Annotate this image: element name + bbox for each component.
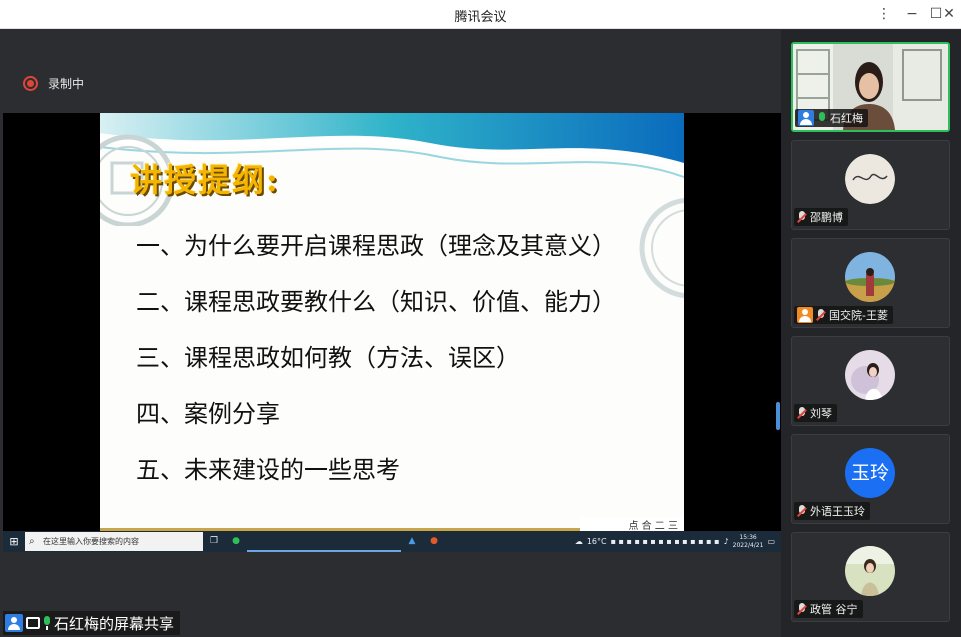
participant-name: 邵鹏博 [810,211,843,224]
record-icon [23,75,38,91]
participant-name: 石红梅 [830,112,863,125]
close-button[interactable]: ✕ [937,4,961,24]
taskbar-app[interactable] [247,531,269,552]
host-badge-icon [798,110,814,126]
participant-avatar [845,546,895,596]
window-title: 腾讯会议 [454,10,507,25]
participant-avatar [845,252,895,302]
outline-item: 一、为什么要开启课程思政（理念及其意义） [136,232,616,260]
shared-screen: 讲授提纲: 一、为什么要开启课程思政（理念及其意义） 二、课程思政要教什么（知识… [3,113,781,552]
participant-name-bar: 政管 谷宁 [794,600,863,618]
minimize-button[interactable]: − [900,4,924,24]
university-seal-right-icon [639,197,684,299]
outline-item: 三、课程思政如何教（方法、误区） [136,344,520,372]
taskbar-app[interactable] [335,531,357,552]
clock[interactable]: 15:36 2022/4/21 [733,534,764,550]
participant-tile[interactable]: 玉玲 外语王玉玲 [791,434,950,524]
wechat-icon[interactable]: ● [225,531,247,552]
participant-tile[interactable]: 石红梅 [791,42,950,132]
participant-tile[interactable]: 政管 谷宁 [791,532,950,622]
participant-tile[interactable]: 邵鹏博 [791,140,950,230]
microphone-muted-icon [797,210,807,224]
participant-name: 外语王玉玲 [810,505,865,518]
participant-tile[interactable]: 刘琴 [791,336,950,426]
microphone-muted-icon [797,602,807,616]
screen-share-label[interactable]: 石红梅的屏幕共享 [3,611,181,635]
clock-time: 15:36 [739,533,757,541]
main-stage: 录制中 讲授提纲: 一、为什么要开启课程思政（理念及其意义） 二、课程思政要教什… [3,30,781,635]
task-view-icon[interactable]: ❐ [203,531,225,552]
presentation-slide: 讲授提纲: 一、为什么要开启课程思政（理念及其意义） 二、课程思政要教什么（知识… [100,113,684,531]
tencent-meeting-icon[interactable]: ▲ [401,531,423,552]
user-badge-icon [797,307,813,323]
microphone-muted-icon [797,504,807,518]
user-icon [5,614,23,632]
taskbar-app[interactable] [269,531,291,552]
outline-list: 一、为什么要开启课程思政（理念及其意义） 二、课程思政要教什么（知识、价值、能力… [136,228,616,508]
clock-date: 2022/4/21 [732,541,764,549]
participant-name: 政管 谷宁 [810,603,858,616]
participant-avatar [845,350,895,400]
microphone-on-icon [817,111,827,125]
outline-item: 五、未来建设的一些思考 [136,456,400,484]
participant-name: 国交院-王菱 [829,309,888,322]
tray-icons[interactable]: ▪ ▪ ▪ ▪ ▪ ▪ ▪ ▪ ▪ ▪ ▪ ▪ ▪ ▪ [611,537,720,546]
recording-label: 录制中 [48,76,85,91]
participant-tile[interactable]: 国交院-王菱 [791,238,950,328]
notification-icon[interactable]: ▭ [767,537,775,546]
participant-name-bar: 外语王玉玲 [794,502,870,520]
taskbar-app[interactable] [313,531,335,552]
taskbar-app[interactable] [379,531,401,552]
participant-name: 刘琴 [810,407,832,420]
windows-icon[interactable]: ⊞ [3,531,25,552]
participant-text-avatar: 玉玲 [845,448,895,498]
recording-indicator[interactable]: 录制中 [23,74,84,92]
weather-icon: ☁ [574,537,583,546]
taskbar-app[interactable] [291,531,313,552]
microphone-muted-icon [797,406,807,420]
screen-share-icon [26,617,40,629]
volume-icon[interactable]: ♪ [724,537,729,546]
windows-taskbar: ⊞ 在这里输入你要搜索的内容 ❐ ● ▲ ● ☁ 16°C ▪ ▪ ▪ ▪ ▪ … [3,531,781,552]
screen-share-owner: 石红梅的屏幕共享 [54,614,175,633]
title-bar: 腾讯会议 ⋮ − ☐ ✕ [0,0,961,29]
participant-name-bar: 刘琴 [794,404,837,422]
slide-title: 讲授提纲: [130,161,280,199]
slide-footer-text: 点 合 二 三 [580,517,684,531]
taskbar-search-input[interactable]: 在这里输入你要搜索的内容 [25,532,203,551]
participant-name-bar: 国交院-王菱 [794,306,893,324]
powerpoint-icon[interactable]: ● [423,531,445,552]
panel-resize-handle[interactable] [776,402,780,430]
more-icon[interactable]: ⋮ [872,4,896,24]
microphone-muted-icon [816,308,826,322]
microphone-icon [43,616,51,630]
participant-name-bar: 邵鹏博 [794,208,848,226]
taskbar-app[interactable] [357,531,379,552]
weather-text: 16°C [586,537,607,546]
outline-item: 四、案例分享 [136,400,280,428]
participant-name-bar: 石红梅 [795,109,868,127]
participant-avatar [845,154,895,204]
system-tray: ☁ 16°C ▪ ▪ ▪ ▪ ▪ ▪ ▪ ▪ ▪ ▪ ▪ ▪ ▪ ▪ ♪ 15:… [575,534,781,550]
outline-item: 二、课程思政要教什么（知识、价值、能力） [136,288,616,316]
participants-panel: 石红梅 邵鹏博 国交院-王菱 刘琴 玉玲 外语王玉玲 政管 谷宁 [781,30,961,637]
